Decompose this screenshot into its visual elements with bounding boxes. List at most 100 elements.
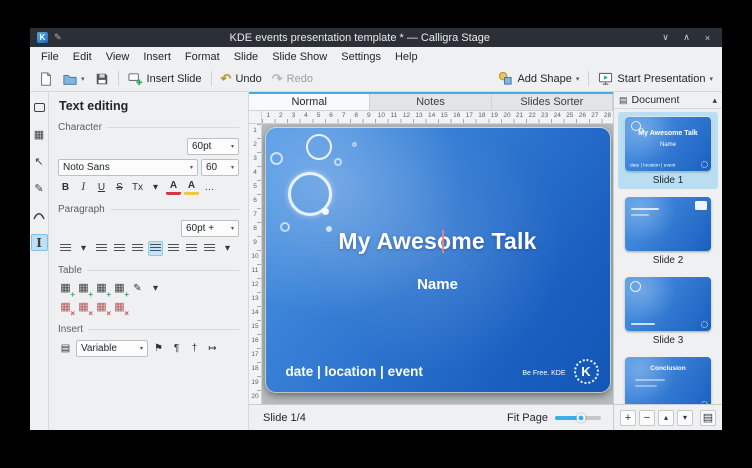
bold-button[interactable]: B <box>58 180 73 195</box>
variable-combo[interactable]: Variable ▾ <box>76 340 148 357</box>
redo-icon: ↷ <box>272 72 283 85</box>
paragraph-spacing-combo[interactable]: 60pt + ▾ <box>181 220 239 237</box>
highlight-color-button[interactable]: A <box>184 180 199 195</box>
docker-footer: + − ▴ ▾ ▤ <box>614 404 722 430</box>
menu-item[interactable]: Help <box>388 49 425 65</box>
master-slides-button[interactable]: ▤ <box>700 410 716 426</box>
menu-item[interactable]: Settings <box>334 49 388 65</box>
pen-tool-button[interactable]: ✎ <box>31 180 48 197</box>
align-right-button[interactable] <box>166 241 181 256</box>
slide-canvas[interactable]: My Awesome Talk Name date | location | e… <box>262 124 613 404</box>
close-button[interactable]: × <box>700 33 715 43</box>
decrease-indent-button[interactable] <box>94 241 109 256</box>
status-bar: Slide 1/4 Fit Page <box>249 404 613 430</box>
docker-collapse-icon[interactable]: ▴ <box>712 95 717 106</box>
toolbar: ▾ Insert Slide ↶ Undo ↷ Redo Add Shape ▾… <box>30 66 722 92</box>
split-cells-button[interactable]: ▦× <box>112 300 127 315</box>
underline-button[interactable]: U <box>94 180 109 195</box>
insert-frame-button[interactable]: ▤ <box>58 341 73 356</box>
maximize-button[interactable]: ∧ <box>679 32 694 43</box>
insert-column-left-button[interactable]: ▦+ <box>94 281 109 296</box>
character-style-combo[interactable]: 60pt ▾ <box>187 138 239 155</box>
paragraph-format-button[interactable] <box>202 241 217 256</box>
table-tool-button[interactable]: ▦ <box>31 126 48 143</box>
list-style-chevron-icon[interactable]: ▾ <box>76 241 91 256</box>
slide-thumbnail-1[interactable]: My Awesome Talk Name date | location | e… <box>618 112 718 189</box>
chevron-down-icon[interactable]: ▾ <box>148 180 163 195</box>
table-border-pen-button[interactable]: ✎ <box>130 281 145 296</box>
slide-4-preview: Conclusion <box>625 357 711 404</box>
toolbar-separator <box>211 71 212 86</box>
open-button[interactable]: ▾ <box>59 69 89 89</box>
slide-subtitle-text[interactable]: Name <box>266 276 610 293</box>
slide-thumbnail-4[interactable]: Conclusion Slide 4 <box>618 352 718 404</box>
merge-cells-button[interactable]: ▦× <box>94 300 109 315</box>
font-size-combo[interactable]: 60 ▾ <box>201 159 239 176</box>
menu-item[interactable]: File <box>34 49 66 65</box>
strikethrough-button[interactable]: S <box>112 180 127 195</box>
minimize-button[interactable]: ∨ <box>658 32 673 43</box>
align-center-button[interactable] <box>148 241 163 256</box>
insert-row-below-button[interactable]: ▦+ <box>76 281 91 296</box>
titlebar[interactable]: K ✎ KDE events presentation template * —… <box>30 28 722 47</box>
delete-row-button[interactable]: ▦× <box>58 300 73 315</box>
menu-item[interactable]: View <box>99 49 137 65</box>
zoom-slider[interactable] <box>555 416 601 420</box>
increase-indent-button[interactable] <box>112 241 127 256</box>
slide-page[interactable]: My Awesome Talk Name date | location | e… <box>266 128 610 392</box>
align-left-button[interactable] <box>130 241 145 256</box>
formatting-marks-button[interactable]: ¶ <box>169 341 184 356</box>
tab-normal[interactable]: Normal <box>249 94 370 110</box>
menu-item[interactable]: Format <box>178 49 227 65</box>
menu-item[interactable]: Slide <box>227 49 265 65</box>
align-justify-button[interactable] <box>184 241 199 256</box>
path-tool-button[interactable] <box>31 207 48 224</box>
tab-notes[interactable]: Notes <box>370 94 491 110</box>
text-tool-button[interactable]: I <box>31 234 48 251</box>
subscript-superscript-button[interactable]: Tx <box>130 180 145 195</box>
window-title: KDE events presentation template * — Cal… <box>68 32 652 44</box>
italic-button[interactable]: I <box>76 180 91 195</box>
document-docker: ▤ Document ▴ My Awesome Talk Name date |… <box>614 92 722 430</box>
menu-item[interactable]: Slide Show <box>265 49 334 65</box>
delete-column-button[interactable]: ▦× <box>76 300 91 315</box>
add-slide-button[interactable]: + <box>620 410 636 426</box>
move-slide-down-button[interactable]: ▾ <box>677 410 693 426</box>
shape-tool-button[interactable] <box>31 99 48 116</box>
remove-slide-button[interactable]: − <box>639 410 655 426</box>
start-presentation-button[interactable]: Start Presentation ▾ <box>594 68 717 89</box>
text-color-button[interactable]: A <box>166 180 181 195</box>
insert-tab-button[interactable]: ↦ <box>205 341 220 356</box>
insert-column-right-button[interactable]: ▦+ <box>112 281 127 296</box>
redo-button[interactable]: ↷ Redo <box>268 69 317 88</box>
more-character-options-button[interactable]: … <box>202 180 217 195</box>
insert-footnote-button[interactable]: † <box>187 341 202 356</box>
slide-3-preview <box>625 277 711 331</box>
indent-icon <box>114 244 125 253</box>
selection-tool-button[interactable]: ↖ <box>31 153 48 170</box>
docker-header[interactable]: ▤ Document ▴ <box>614 92 722 109</box>
insert-slide-button[interactable]: Insert Slide <box>124 68 206 89</box>
slide-thumbnail-2[interactable]: Slide 2 <box>618 192 718 269</box>
move-slide-up-button[interactable]: ▴ <box>658 410 674 426</box>
tab-slides-sorter[interactable]: Slides Sorter <box>492 94 613 110</box>
chevron-down-icon[interactable]: ▾ <box>148 281 163 296</box>
slide-footer-text[interactable]: date | location | event <box>286 364 423 379</box>
zoom-mode-label[interactable]: Fit Page <box>507 412 548 424</box>
bullet-list-button[interactable] <box>58 241 73 256</box>
insert-row-above-button[interactable]: ▦+ <box>58 281 73 296</box>
slide-thumbnail-3[interactable]: Slide 3 <box>618 272 718 349</box>
add-shape-button[interactable]: Add Shape ▾ <box>494 68 583 89</box>
slide-2-preview <box>625 197 711 251</box>
new-document-button[interactable] <box>35 69 57 89</box>
save-button[interactable] <box>91 69 113 89</box>
slide-title-text[interactable]: My Awesome Talk <box>266 228 610 255</box>
zoom-slider-handle[interactable] <box>576 413 585 422</box>
insert-bookmark-button[interactable]: ⚑ <box>151 341 166 356</box>
undo-button[interactable]: ↶ Undo <box>217 69 266 88</box>
menu-item[interactable]: Insert <box>136 49 178 65</box>
font-family-combo[interactable]: Noto Sans ▾ <box>58 159 198 176</box>
chevron-down-icon: ▾ <box>231 225 234 232</box>
chevron-down-icon[interactable]: ▾ <box>220 241 235 256</box>
menu-item[interactable]: Edit <box>66 49 99 65</box>
